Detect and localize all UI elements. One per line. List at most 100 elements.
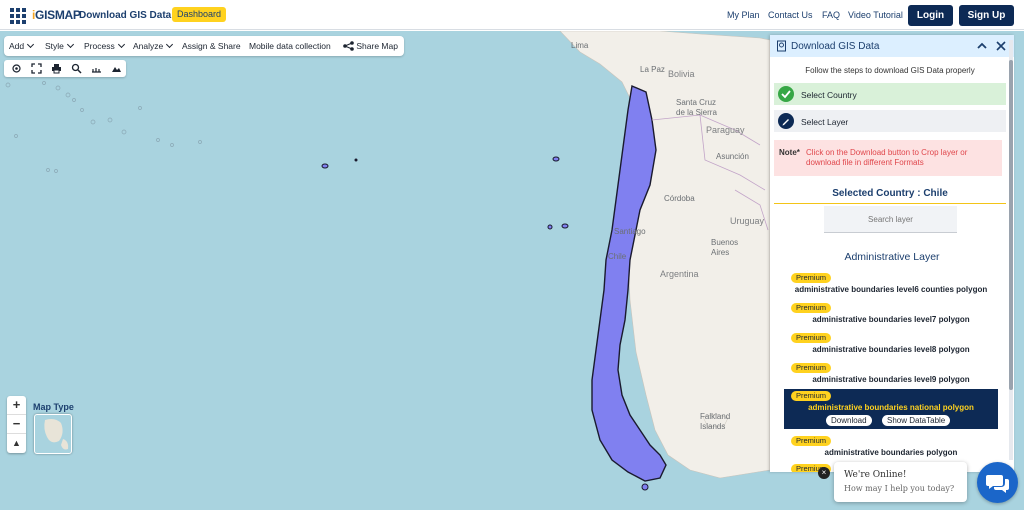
chat-button[interactable] <box>977 462 1018 503</box>
nav-contact-us[interactable]: Contact Us <box>768 10 813 20</box>
layer-name: administrative boundaries level7 polygon <box>812 315 970 324</box>
top-bar: iGISMAP Download GIS Data Dashboard My P… <box>0 0 1024 30</box>
zoom-in-button[interactable]: + <box>7 396 26 415</box>
scrollbar-thumb[interactable] <box>1009 60 1013 390</box>
fullscreen-icon[interactable] <box>31 63 42 74</box>
locate-icon[interactable] <box>11 63 22 74</box>
measure-icon[interactable] <box>91 63 102 74</box>
collapse-chevron-icon[interactable] <box>977 42 987 50</box>
panel-subtitle: Follow the steps to download GIS Data pr… <box>805 66 975 75</box>
island-marker <box>561 223 569 229</box>
pacific-islands <box>5 81 202 173</box>
note-text: Click on the Download button to Crop lay… <box>806 148 968 167</box>
layer-name: administrative boundaries level8 polygon <box>812 345 970 354</box>
island-marker <box>641 483 649 491</box>
pencil-icon <box>778 113 794 129</box>
menu-add[interactable]: Add <box>9 40 35 51</box>
layer-name: administrative boundaries polygon <box>824 448 958 457</box>
dashboard-button[interactable]: Dashboard <box>172 7 227 22</box>
layer-item[interactable]: Premium administrative boundaries level7… <box>784 301 998 328</box>
menu-style[interactable]: Style <box>45 40 74 51</box>
download-button[interactable]: Download <box>826 415 872 426</box>
layer-item[interactable]: Premium administrative boundaries polygo… <box>784 434 998 461</box>
share-map-button[interactable]: Share Map <box>343 41 398 51</box>
panel-title: Download GIS Data <box>791 41 880 52</box>
download-gis-panel: Download GIS Data Follow the steps to do… <box>770 35 1014 472</box>
nav-video-tutorial[interactable]: Video Tutorial <box>848 10 903 20</box>
map-label-santa-cruz: Santa Cruz de la Sierra <box>676 98 717 117</box>
chat-online-text: We're Online! <box>844 470 907 480</box>
login-button[interactable]: Login <box>908 5 953 26</box>
map-label-la-paz: La Paz <box>640 65 665 74</box>
layer-item[interactable]: Premium administrative boundaries level8… <box>784 331 998 358</box>
apps-grid-icon[interactable] <box>10 8 26 24</box>
panel-scrollbar[interactable] <box>1009 40 1013 460</box>
menu-assign-share[interactable]: Assign & Share <box>182 41 241 51</box>
island-marker <box>354 158 358 162</box>
app-title: Download GIS Data <box>79 10 172 21</box>
close-icon[interactable] <box>996 41 1006 51</box>
show-datatable-button[interactable]: Show DataTable <box>882 415 951 426</box>
chevron-down-icon <box>66 40 74 49</box>
compass-icon[interactable]: ▲ <box>7 434 26 453</box>
chat-close-icon[interactable]: × <box>818 467 830 479</box>
panel-header: Download GIS Data <box>770 35 1014 57</box>
map-tools-bar <box>4 60 126 77</box>
chevron-down-icon <box>27 40 35 49</box>
premium-badge: Premium <box>791 273 832 283</box>
share-icon <box>343 41 354 51</box>
step-select-layer[interactable]: Select Layer <box>774 110 1006 132</box>
map-label-santiago: Santiago <box>614 227 646 236</box>
map-label-uruguay: Uruguay <box>730 216 765 226</box>
map-type-thumbnail[interactable] <box>34 414 72 454</box>
premium-badge: Premium <box>791 391 832 401</box>
map-type-preview-icon <box>44 419 69 450</box>
signup-button[interactable]: Sign Up <box>959 5 1014 26</box>
premium-badge: Premium <box>791 303 832 313</box>
menu-process[interactable]: Process <box>84 40 125 51</box>
layer-item-selected[interactable]: Premium administrative boundaries nation… <box>784 389 998 429</box>
layer-name: administrative boundaries national polyg… <box>808 403 974 412</box>
chat-help-text: How may I help you today? <box>844 484 955 493</box>
chevron-down-icon <box>117 40 125 49</box>
map-label-asuncion: Asunción <box>716 152 749 161</box>
menu-analyze[interactable]: Analyze <box>133 40 174 51</box>
chat-popup[interactable]: We're Online! How may I help you today? <box>834 462 967 502</box>
basemap-icon[interactable] <box>111 63 122 74</box>
step-select-country[interactable]: Select Country <box>774 83 1006 105</box>
zoom-control: + − ▲ <box>7 396 26 453</box>
map-label-cordoba: Córdoba <box>664 194 695 203</box>
document-icon <box>777 40 786 52</box>
island-marker <box>552 156 560 162</box>
layer-item[interactable]: Premium administrative boundaries level6… <box>784 271 998 298</box>
chevron-down-icon <box>166 40 174 49</box>
check-icon <box>778 86 794 102</box>
layer-name: administrative boundaries level9 polygon <box>812 375 970 384</box>
note-box: Note* Click on the Download button to Cr… <box>774 140 1002 176</box>
nav-faq[interactable]: FAQ <box>822 10 840 20</box>
selected-country-label: Selected Country : Chile <box>774 188 1006 204</box>
map-label-argentina: Argentina <box>660 269 699 279</box>
search-icon[interactable] <box>71 63 82 74</box>
premium-badge: Premium <box>791 333 832 343</box>
logo[interactable]: iGISMAP <box>32 8 81 22</box>
menu-mobile-data-collection[interactable]: Mobile data collection <box>249 41 331 51</box>
map-label-chile: Chile <box>608 252 627 261</box>
island-marker <box>547 224 553 230</box>
nav-my-plan[interactable]: My Plan <box>727 10 760 20</box>
map-label-paraguay: Paraguay <box>706 125 745 135</box>
search-layer-input[interactable] <box>824 206 957 233</box>
zoom-out-button[interactable]: − <box>7 415 26 434</box>
layer-name: administrative boundaries level6 countie… <box>794 285 988 294</box>
print-icon[interactable] <box>51 63 62 74</box>
premium-badge: Premium <box>791 363 832 373</box>
island-marker <box>321 163 329 169</box>
chat-bubble-icon <box>986 475 1009 493</box>
premium-badge: Premium <box>791 436 832 446</box>
map-toolbar: Add Style Process Analyze Assign & Share… <box>4 36 404 56</box>
layer-item[interactable]: Premium administrative boundaries level9… <box>784 361 998 388</box>
map-label-buenos-aires: Buenos Aires <box>711 238 739 257</box>
map-label-falklands: Falkland Islands <box>700 412 731 431</box>
map-label-lima: Lima <box>571 41 589 50</box>
map-label-bolivia: Bolivia <box>668 69 695 79</box>
